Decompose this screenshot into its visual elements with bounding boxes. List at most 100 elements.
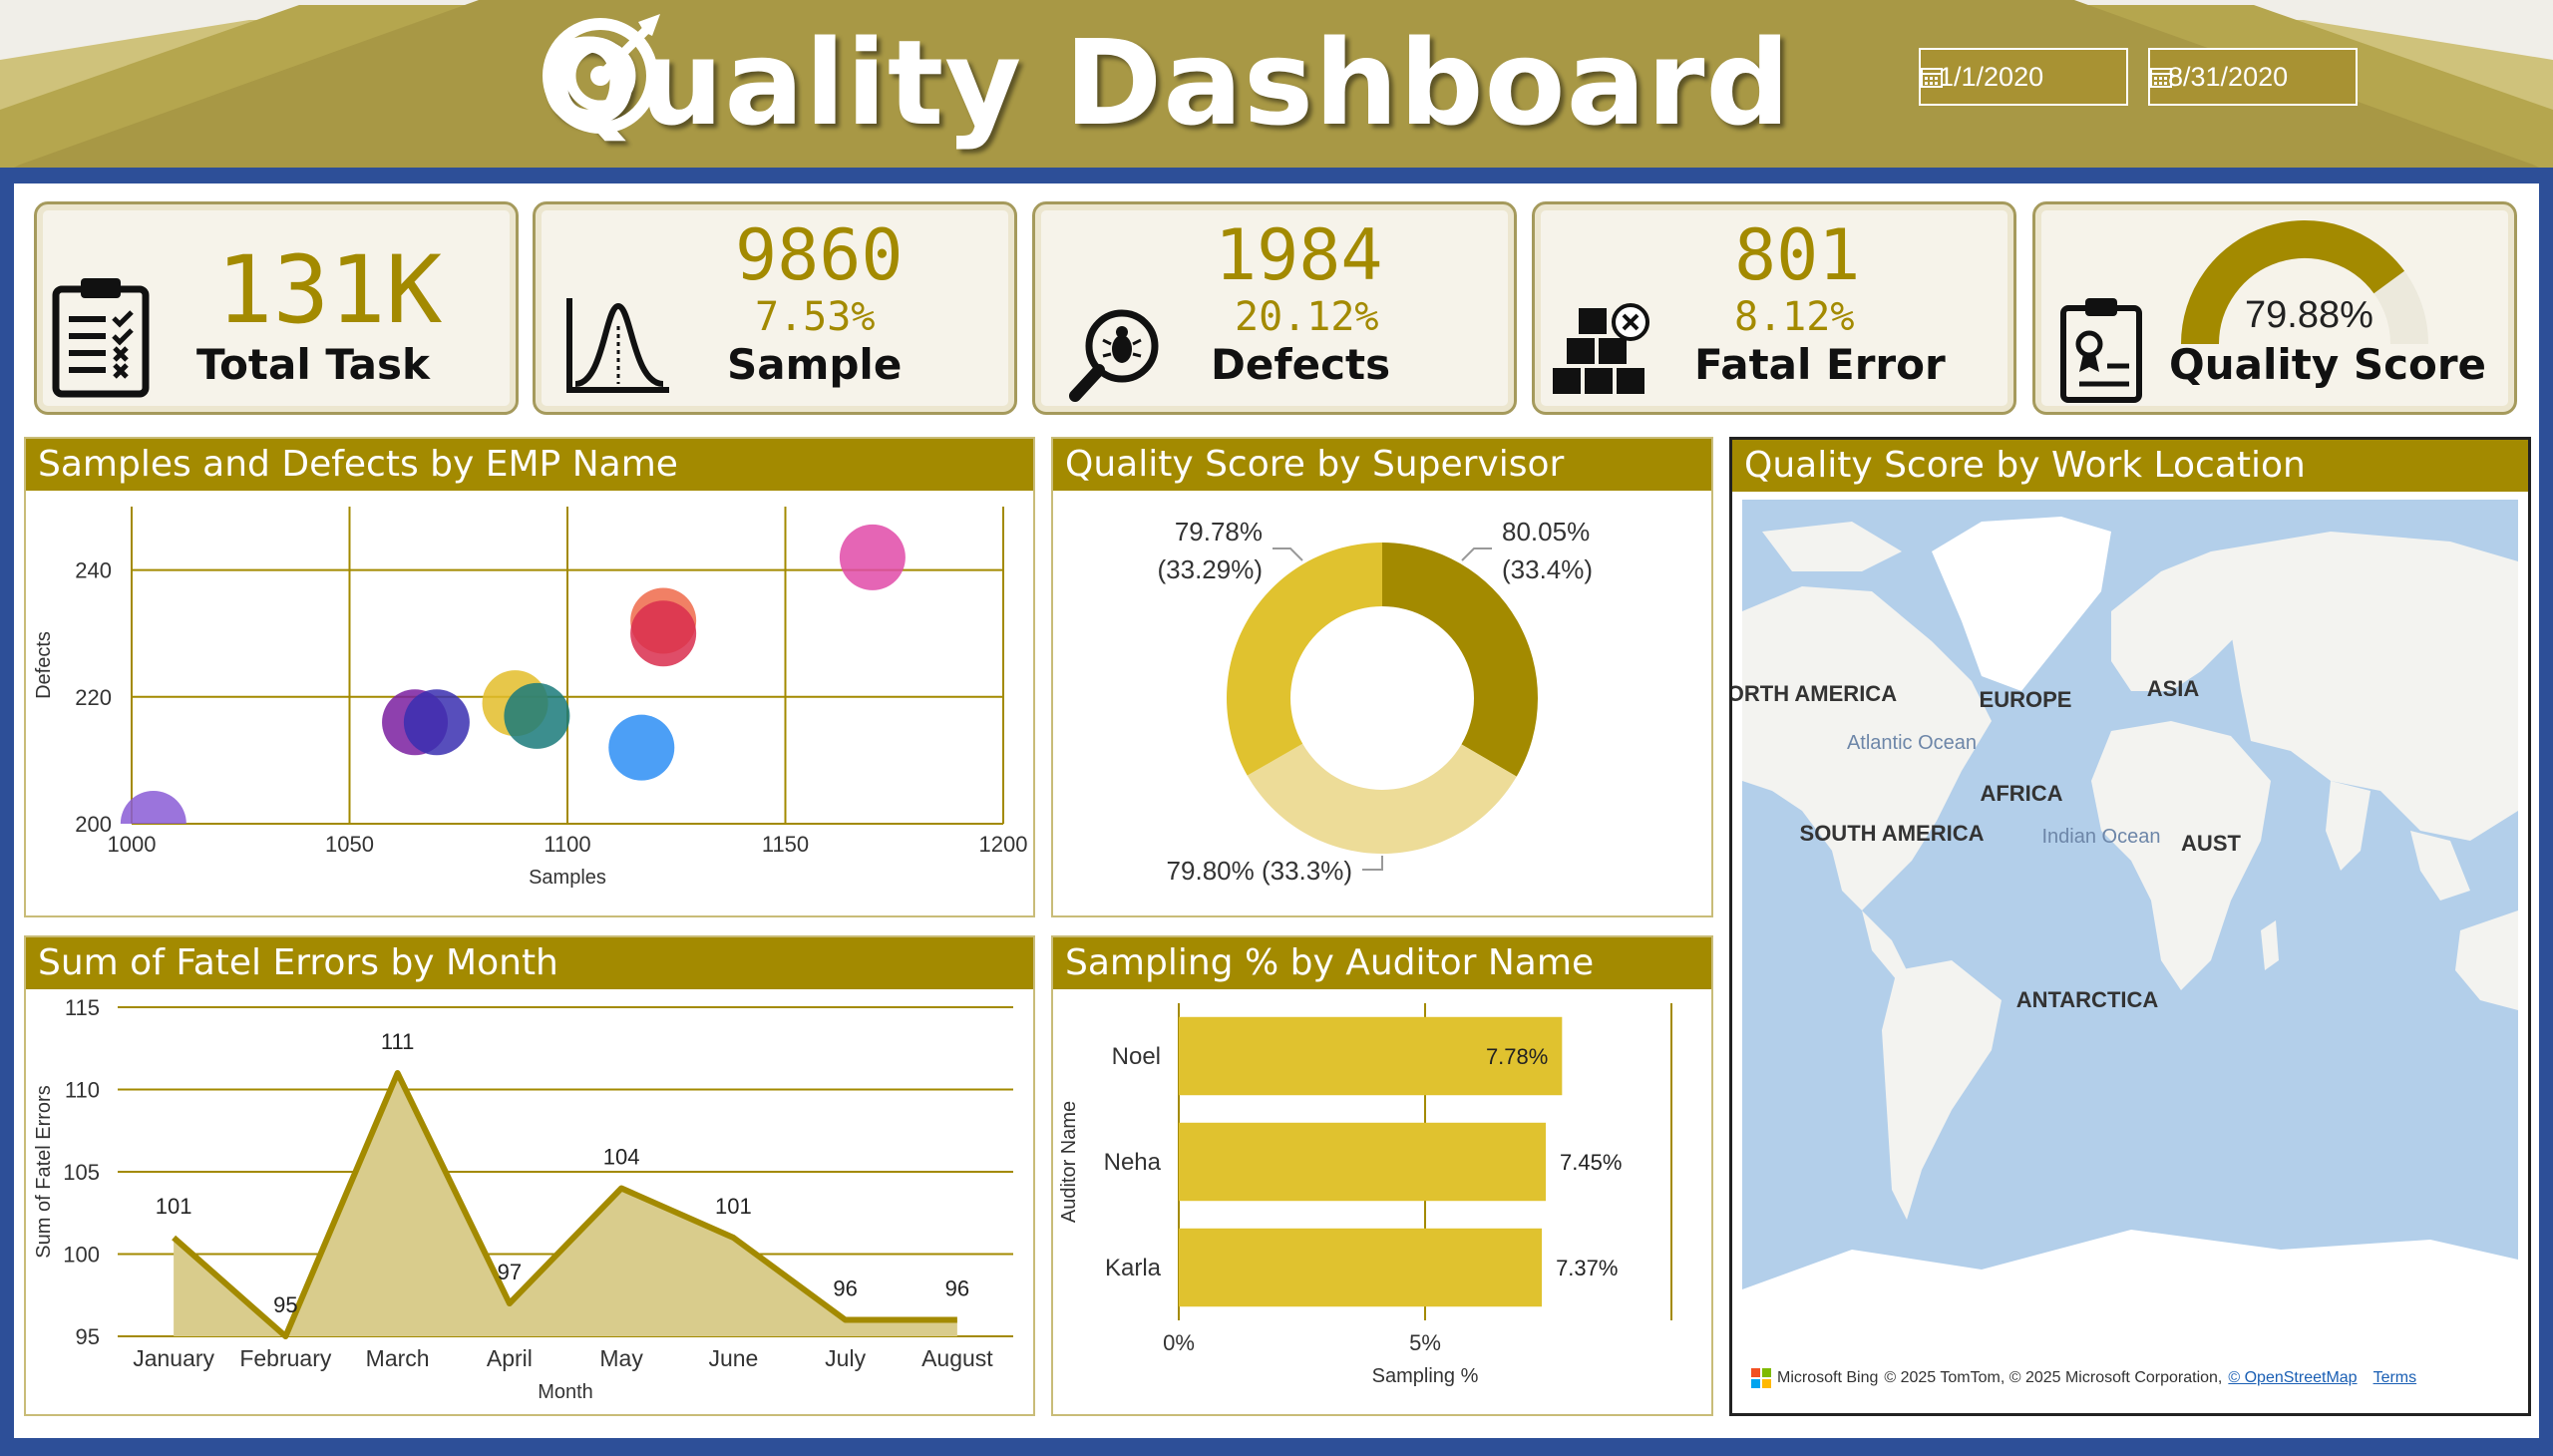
header-banner: Quality Dashboard 1/1/2020 8/31/2020 — [0, 0, 2553, 175]
donut-label: 80.05% — [1502, 517, 1590, 546]
donut-chart[interactable]: 80.05% (33.4%) 79.78% (33.29%) 79.80% (33.3%… — [1053, 491, 1711, 915]
scatter-x-label: Samples — [529, 867, 606, 889]
ocean-label: Atlantic Ocean — [1847, 732, 1977, 754]
scatter-title: Samples and Defects by EMP Name — [26, 439, 1033, 491]
donut-panel[interactable]: Quality Score by Supervisor 80.05% (33.4%… — [1051, 437, 1713, 917]
area-x-tick: May — [599, 1345, 643, 1371]
bar-chart[interactable]: 0% 5% Noel 7.78% Neha 7.45% Karla 7.37% Sampling… — [1053, 989, 1711, 1414]
area-chart[interactable]: 95 100 105 110 115 101 95 111 97 104 101 96 96 Januar… — [26, 989, 1033, 1414]
bar-value-label: 7.37% — [1556, 1256, 1618, 1280]
scatter-point — [403, 689, 470, 756]
donut-label: 79.78% — [1175, 517, 1263, 546]
area-data-label: 97 — [498, 1260, 522, 1284]
map-label: ANTARCTICA — [2016, 987, 2159, 1012]
bar-x-tick: 5% — [1409, 1330, 1441, 1355]
bing-attribution: Microsoft Bing — [1777, 1369, 1879, 1386]
area-panel[interactable]: Sum of Fatel Errors by Month 95 100 105 110… — [24, 935, 1035, 1416]
map-label: AFRICA — [1980, 781, 2062, 806]
defects-percent: 20.12% — [1235, 294, 1379, 340]
start-date-input[interactable]: 1/1/2020 — [1919, 48, 2128, 106]
map-label: SOUTH AMERICA — [1800, 821, 1985, 846]
map-title: Quality Score by Work Location — [1732, 440, 2528, 492]
map-copyright: © 2025 TomTom, © 2025 Microsoft Corporat… — [1884, 1369, 2223, 1386]
area-y-tick: 115 — [65, 995, 100, 1020]
scatter-y-tick: 240 — [75, 558, 112, 583]
scatter-x-tick: 1100 — [544, 832, 590, 857]
bug-magnifier-icon — [1069, 309, 1159, 402]
bar-rect — [1179, 1122, 1547, 1202]
scatter-y-label: Defects — [33, 631, 55, 699]
scatter-point — [608, 714, 675, 781]
area-y-tick: 110 — [65, 1078, 100, 1103]
sample-percent: 7.53% — [755, 294, 876, 340]
calendar-icon[interactable] — [1921, 66, 1943, 88]
scatter-panel[interactable]: Samples and Defects by EMP Name 1000 1050… — [24, 437, 1035, 917]
scatter-chart[interactable]: 1000 1050 1100 1150 1200 200 220 240 Samples Defe… — [26, 491, 1033, 915]
page-title: Quality Dashboard — [539, 14, 1791, 152]
quality-score-value: 79.88% — [2245, 294, 2373, 336]
bar-x-tick: 0% — [1163, 1330, 1195, 1355]
openstreetmap-link[interactable]: © OpenStreetMap — [2228, 1369, 2357, 1387]
map-label: NORTH AMERICA — [1732, 681, 1897, 706]
terms-link[interactable]: Terms — [2373, 1369, 2417, 1387]
bar-rect — [1179, 1228, 1543, 1307]
bar-category-label: Noel — [1112, 1043, 1161, 1070]
start-date-value: 1/1/2020 — [1939, 61, 2044, 92]
donut-label: 79.80% (33.3%) — [1167, 856, 1352, 886]
area-data-label: 104 — [603, 1145, 640, 1170]
scatter-point — [839, 524, 906, 590]
area-data-label: 101 — [715, 1194, 752, 1219]
kpi-fatal-error[interactable]: 801 8.12% Fatal Error — [1532, 201, 2016, 415]
area-y-label: Sum of Fatel Errors — [33, 1085, 55, 1258]
area-x-tick: June — [708, 1345, 758, 1371]
bar-category-label: Neha — [1104, 1149, 1162, 1176]
defects-label: Defects — [1211, 340, 1391, 389]
bar-panel[interactable]: Sampling % by Auditor Name 0% 5% Noel 7.78%… — [1051, 935, 1713, 1416]
total-task-label: Total Task — [196, 340, 430, 389]
scatter-x-tick: 1050 — [325, 832, 374, 857]
map-label: ASIA — [2147, 676, 2200, 701]
sample-label: Sample — [727, 340, 903, 389]
kpi-total-task[interactable]: 131K Total Task — [34, 201, 519, 415]
map-attribution: Microsoft Bing © 2025 TomTom, © 2025 Mic… — [1751, 1368, 2416, 1388]
total-task-value: 131K — [216, 236, 443, 345]
sample-value: 9860 — [735, 214, 904, 296]
world-map[interactable]: NORTH AMERICA EUROPE ASIA AFRICA SOUTH A… — [1732, 492, 2528, 1413]
boxes-error-icon — [1553, 303, 1649, 394]
target-icon — [543, 14, 660, 134]
donut-leader — [1273, 547, 1303, 561]
scatter-x-tick: 1200 — [979, 832, 1028, 857]
map-label: EUROPE — [1980, 687, 2072, 712]
bar-value-label: 7.45% — [1560, 1150, 1622, 1175]
area-data-label: 96 — [945, 1276, 969, 1301]
map-panel[interactable]: Quality Score by Work Location NORTH AME… — [1729, 437, 2531, 1416]
bar-category-label: Karla — [1105, 1255, 1162, 1281]
kpi-sample[interactable]: 9860 7.53% Sample — [533, 201, 1017, 415]
scatter-y-tick: 200 — [75, 812, 112, 837]
scatter-x-tick: 1150 — [762, 832, 809, 857]
kpi-quality-score[interactable]: 79.88% Quality Score — [2032, 201, 2517, 415]
calendar-icon[interactable] — [2150, 66, 2172, 88]
scatter-points — [120, 524, 906, 824]
donut-title: Quality Score by Supervisor — [1053, 439, 1711, 491]
area-x-tick: July — [825, 1345, 866, 1371]
end-date-value: 8/31/2020 — [2168, 61, 2289, 92]
donut-leader — [1362, 856, 1383, 871]
microsoft-logo-icon — [1751, 1368, 1771, 1388]
clipboard-checklist-icon — [52, 278, 150, 398]
scatter-y-tick: 220 — [75, 685, 112, 710]
end-date-input[interactable]: 8/31/2020 — [2148, 48, 2358, 106]
bar-title: Sampling % by Auditor Name — [1053, 937, 1711, 989]
area-data-label: 96 — [833, 1276, 857, 1301]
fatal-error-value: 801 — [1734, 214, 1861, 296]
scatter-point — [630, 600, 697, 667]
bar-value-label: 7.78% — [1486, 1044, 1548, 1069]
quality-score-label: Quality Score — [2169, 340, 2487, 389]
bell-curve-icon — [566, 298, 669, 393]
donut-label: (33.4%) — [1502, 554, 1593, 584]
kpi-defects[interactable]: 1984 20.12% Defects — [1032, 201, 1517, 415]
area-data-label: 101 — [156, 1194, 192, 1219]
area-x-tick: February — [239, 1345, 332, 1371]
area-y-tick: 95 — [76, 1324, 100, 1349]
fatal-error-label: Fatal Error — [1694, 340, 1946, 389]
